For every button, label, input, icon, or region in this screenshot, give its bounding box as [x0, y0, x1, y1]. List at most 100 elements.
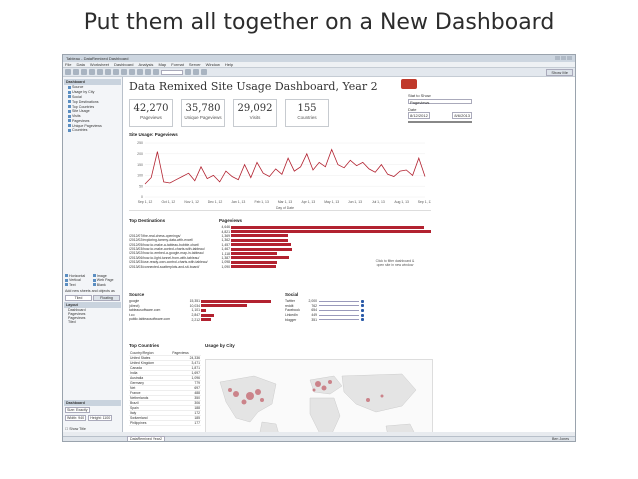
bar-value-label: 10,034	[189, 303, 200, 308]
social-icon	[361, 313, 364, 317]
fit-select[interactable]	[161, 69, 183, 75]
status-user: Ben Jones	[552, 437, 569, 441]
bar-value-label: 1,101	[191, 308, 201, 313]
swap-icon[interactable]	[113, 69, 119, 75]
menu-item-data[interactable]: Data	[76, 62, 84, 67]
destination-label[interactable]: /2013/03/connected-scatterplots-and-sit-…	[129, 265, 217, 269]
undo-icon[interactable]	[65, 69, 71, 75]
sort-desc-icon[interactable]	[129, 69, 135, 75]
duplicate-icon[interactable]	[97, 69, 103, 75]
source-label[interactable]: public.tableausoftware.com	[129, 317, 189, 322]
clear-icon[interactable]	[105, 69, 111, 75]
menu-item-dashboard[interactable]: Dashboard	[114, 62, 134, 67]
destination-label[interactable]: /2013/03/use-ready-own-control-charts-wi…	[129, 260, 217, 264]
object-icon	[92, 283, 96, 287]
social-name: LinkedIn	[285, 313, 298, 318]
new-sheet-icon[interactable]	[89, 69, 95, 75]
pageviews-line[interactable]	[144, 148, 426, 185]
show-me-button[interactable]: Show Me	[546, 68, 573, 76]
source-bars: 15,351 10,034 1,101 2,847 2,212	[189, 299, 271, 322]
bar[interactable]	[231, 225, 424, 229]
bar[interactable]	[231, 230, 431, 234]
object-image[interactable]: Image	[92, 274, 120, 278]
tooltip-icon[interactable]	[201, 69, 207, 75]
bar[interactable]	[231, 238, 288, 242]
menu-item-window[interactable]: Window	[206, 62, 220, 67]
size-mode-select[interactable]: Size: Exactly	[65, 407, 90, 413]
bar[interactable]	[201, 318, 212, 322]
bar[interactable]	[231, 260, 277, 264]
x-tick-label: Oct 1, 12	[161, 200, 175, 204]
bar-row[interactable]: 2,212	[189, 317, 271, 322]
date-from-field[interactable]: 8/12/2012	[408, 112, 430, 119]
table-row[interactable]: Philippines 177	[129, 420, 201, 426]
usage-by-city-map[interactable]	[205, 359, 433, 432]
social-icon	[361, 299, 364, 303]
object-vertical[interactable]: Vertical	[65, 278, 92, 282]
bar[interactable]	[231, 247, 292, 251]
country-name: Philippines	[129, 420, 172, 426]
bar[interactable]	[231, 265, 277, 269]
redo-icon[interactable]	[73, 69, 79, 75]
object-icon	[65, 274, 68, 278]
minimize-icon[interactable]	[555, 56, 560, 60]
sheet-icon	[68, 109, 71, 113]
social-list: Twitter 2,000 reddit 762 Facebook 654 LinkedIn…	[285, 299, 364, 322]
social-row[interactable]: blogger 351	[285, 317, 364, 322]
object-web-page[interactable]: Web Page	[92, 278, 120, 282]
maximize-icon[interactable]	[561, 56, 566, 60]
x-tick-label: Sep 1, 13	[418, 200, 431, 204]
date-range-slider[interactable]	[408, 121, 472, 123]
bar-value-label: 2,212	[191, 317, 201, 322]
bar[interactable]	[231, 243, 292, 247]
stat-control-label: Stat to Show	[408, 93, 431, 98]
bar[interactable]	[201, 313, 214, 317]
save-icon[interactable]	[81, 69, 87, 75]
sheet-icon	[68, 85, 71, 89]
x-tick-label: Feb 1, 13	[255, 200, 269, 204]
object-blank[interactable]: Blank	[92, 283, 120, 287]
layout-item[interactable]: Tiled	[64, 320, 121, 324]
bar[interactable]	[231, 256, 289, 260]
object-horizontal[interactable]: Horizontal	[65, 274, 92, 278]
presentation-icon[interactable]	[185, 69, 191, 75]
menu-item-format[interactable]: Format	[171, 62, 184, 67]
menu-item-help[interactable]: Help	[225, 62, 233, 67]
floating-button[interactable]: Floating	[93, 294, 120, 301]
height-field[interactable]: Height: 1100	[88, 415, 113, 421]
bar[interactable]	[201, 304, 247, 308]
sheet-item[interactable]: Countries	[64, 128, 121, 133]
sheet-icon	[68, 128, 71, 132]
bar[interactable]	[231, 252, 278, 256]
europe-shape	[309, 375, 343, 395]
source-title: Source	[129, 292, 145, 297]
x-tick-label: Jan 1, 13	[231, 200, 245, 204]
tiled-button[interactable]: Tiled	[65, 294, 92, 301]
social-icon	[361, 304, 364, 308]
highlight-icon[interactable]	[137, 69, 143, 75]
sort-asc-icon[interactable]	[121, 69, 127, 75]
bar[interactable]	[231, 234, 288, 238]
y-tick-label: 250	[137, 141, 143, 145]
date-to-field[interactable]: 8/6/2013	[452, 112, 472, 119]
label-icon[interactable]	[153, 69, 159, 75]
fix-axes-icon[interactable]	[193, 69, 199, 75]
menu-item-file[interactable]: File	[65, 62, 71, 67]
width-field[interactable]: Width: 940	[65, 415, 87, 421]
stat-select[interactable]: Pageviews	[408, 99, 472, 105]
bar[interactable]	[201, 299, 271, 303]
menu-item-analysis[interactable]: Analysis	[139, 62, 154, 67]
object-text[interactable]: Text	[65, 283, 92, 287]
social-count: 2,000	[308, 299, 318, 304]
group-icon[interactable]	[145, 69, 151, 75]
show-title-checkbox[interactable]: ☐ Show Title	[65, 427, 86, 431]
menu-item-worksheet[interactable]: Worksheet	[90, 62, 109, 67]
tab-dashboard[interactable]: DataRemixed Year2	[127, 436, 165, 441]
world-map-svg	[219, 373, 417, 432]
menu-item-map[interactable]: Map	[158, 62, 166, 67]
close-icon[interactable]	[567, 56, 572, 60]
bar[interactable]	[201, 308, 206, 312]
kpi-label: Unique Pageviews	[184, 115, 222, 120]
menu-item-server[interactable]: Server	[189, 62, 201, 67]
y-tick-label: 200	[137, 152, 143, 156]
